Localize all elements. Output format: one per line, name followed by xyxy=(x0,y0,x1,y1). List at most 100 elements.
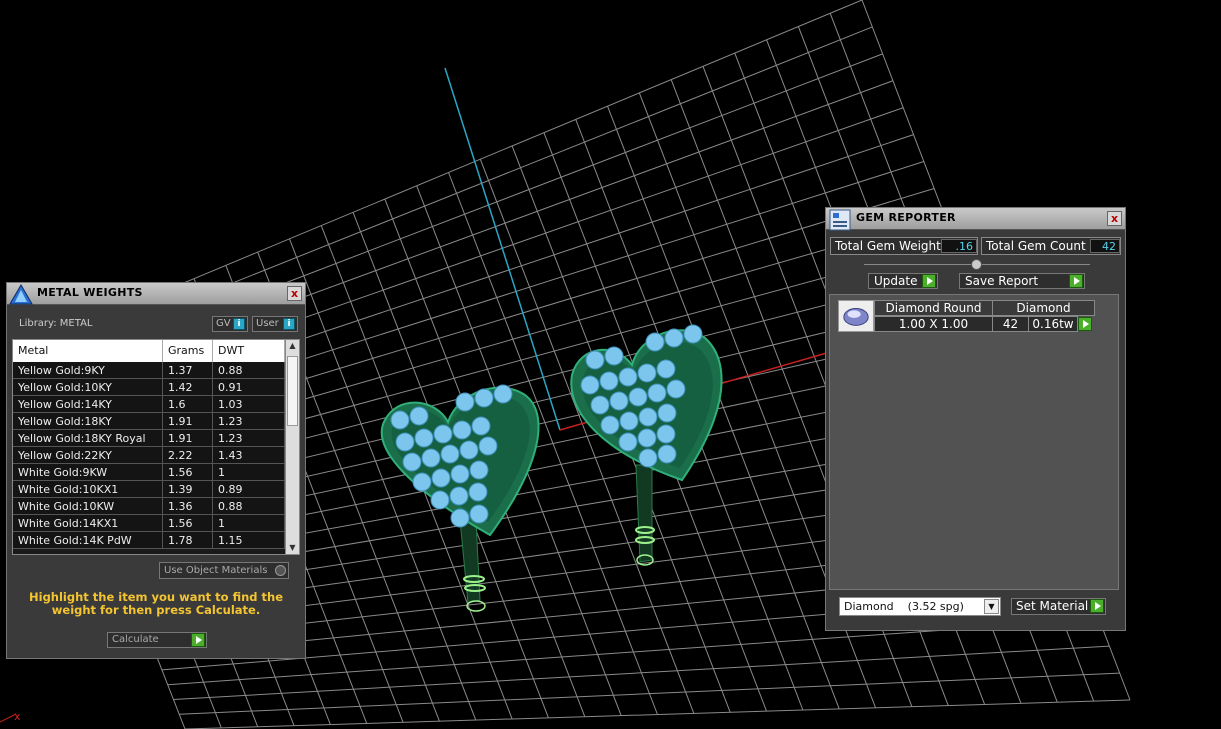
metal-table: Metal Grams DWT Yellow Gold:9KY 1.37 0.88 Y… xyxy=(12,339,300,555)
gem-stone xyxy=(421,448,441,468)
table-row[interactable]: White Gold:14KX1 1.56 1 xyxy=(13,515,285,532)
save-report-play-icon[interactable] xyxy=(1069,274,1083,288)
gem-stone xyxy=(638,407,658,427)
gem-shape-header: Diamond Round xyxy=(874,300,993,316)
grams-cell: 1.37 xyxy=(163,362,213,379)
total-gem-weight-field: Total Gem Weight .16 xyxy=(830,237,978,255)
calculate-button[interactable]: Calculate xyxy=(107,632,207,648)
gem-reporter-close-button[interactable]: x xyxy=(1107,211,1122,226)
set-material-play-icon[interactable] xyxy=(1090,599,1104,613)
gem-size-value: 1.00 X 1.00 xyxy=(874,316,993,332)
user-toggle[interactable]: User i xyxy=(252,316,298,332)
metal-name-cell: White Gold:9KW xyxy=(13,464,163,481)
dwt-cell: 0.89 xyxy=(213,481,285,498)
grams-cell: 1.91 xyxy=(163,430,213,447)
grid-line xyxy=(173,645,1110,700)
total-gem-count-label: Total Gem Count xyxy=(986,239,1086,253)
scroll-thumb[interactable] xyxy=(287,356,298,426)
table-row[interactable]: Yellow Gold:18KY 1.91 1.23 xyxy=(13,413,285,430)
dwt-cell: 1 xyxy=(213,464,285,481)
grams-cell: 1.36 xyxy=(163,498,213,515)
gem-stone xyxy=(395,432,415,452)
save-report-button[interactable]: Save Report xyxy=(959,273,1085,289)
gem-stone xyxy=(664,328,684,348)
gem-reporter-title: GEM REPORTER xyxy=(856,211,956,224)
user-info-icon[interactable]: i xyxy=(283,318,295,330)
gem-stone xyxy=(450,508,470,528)
grams-cell: 1.6 xyxy=(163,396,213,413)
grams-cell: 1.78 xyxy=(163,532,213,549)
gem-count-value: 42 xyxy=(992,316,1029,332)
gem-stone xyxy=(469,504,489,524)
metal-weights-panel: METAL WEIGHTS x Library: METAL GV i User… xyxy=(6,282,306,659)
grams-cell: 1.91 xyxy=(163,413,213,430)
metal-table-header: Metal Grams DWT xyxy=(13,340,285,362)
gem-stone xyxy=(683,324,703,344)
gem-stone xyxy=(478,436,498,456)
table-row[interactable]: Yellow Gold:18KY Royal 1.91 1.23 xyxy=(13,430,285,447)
dwt-cell: 1.15 xyxy=(213,532,285,549)
gem-stone xyxy=(637,363,657,383)
gv-info-icon[interactable]: i xyxy=(233,318,245,330)
table-row[interactable]: White Gold:9KW 1.56 1 xyxy=(13,464,285,481)
metal-name-cell: White Gold:14K PdW xyxy=(13,532,163,549)
grams-cell: 1.56 xyxy=(163,464,213,481)
dwt-cell: 0.88 xyxy=(213,498,285,515)
gem-stone xyxy=(493,384,513,404)
gem-stone xyxy=(414,428,434,448)
gem-stone xyxy=(449,486,469,506)
gem-material-header: Diamond xyxy=(992,300,1095,316)
gem-stone xyxy=(440,444,460,464)
gem-stone xyxy=(431,468,451,488)
set-material-button[interactable]: Set Material xyxy=(1011,598,1106,615)
collapse-knob-icon[interactable] xyxy=(971,259,982,270)
table-row[interactable]: Yellow Gold:22KY 2.22 1.43 xyxy=(13,447,285,464)
use-object-materials-option[interactable]: Use Object Materials xyxy=(159,562,289,579)
round-diamond-icon[interactable] xyxy=(838,300,874,332)
table-row[interactable]: Yellow Gold:10KY 1.42 0.91 xyxy=(13,379,285,396)
gv-toggle[interactable]: GV i xyxy=(212,316,248,332)
gem-stone xyxy=(657,444,677,464)
dwt-cell: 1.43 xyxy=(213,447,285,464)
gem-stone xyxy=(409,406,429,426)
update-button[interactable]: Update xyxy=(868,273,938,289)
gem-stone xyxy=(619,411,639,431)
calculate-play-icon[interactable] xyxy=(191,633,205,647)
gem-stone xyxy=(618,367,638,387)
update-play-icon[interactable] xyxy=(922,274,936,288)
gem-stone xyxy=(433,424,453,444)
gem-row-play-icon[interactable] xyxy=(1078,317,1092,331)
scroll-up-icon[interactable]: ▲ xyxy=(286,340,299,352)
gem-stone xyxy=(585,350,605,370)
gem-stone xyxy=(645,332,665,352)
heart-earring-left[interactable] xyxy=(380,384,540,612)
column-header-metal[interactable]: Metal xyxy=(13,340,163,362)
total-gem-count-field: Total Gem Count 42 xyxy=(981,237,1121,255)
gem-stone xyxy=(638,448,658,468)
gem-stone xyxy=(628,387,648,407)
dwt-cell: 1.23 xyxy=(213,413,285,430)
heart-earring-right[interactable] xyxy=(570,324,723,566)
gem-stone xyxy=(599,371,619,391)
column-header-grams[interactable]: Grams xyxy=(163,340,213,362)
metal-weights-close-button[interactable]: x xyxy=(287,286,302,301)
metal-table-scrollbar[interactable]: ▲ ▼ xyxy=(285,340,299,554)
gem-stone xyxy=(412,472,432,492)
gem-reporter-titlebar[interactable]: GEM REPORTER x xyxy=(826,208,1125,231)
gem-stone xyxy=(656,359,676,379)
column-header-dwt[interactable]: DWT xyxy=(213,340,285,362)
chevron-down-icon[interactable]: ▼ xyxy=(984,599,999,614)
material-select[interactable]: Diamond (3.52 spg) ▼ xyxy=(839,597,1001,616)
metal-weights-titlebar[interactable]: METAL WEIGHTS x xyxy=(7,283,305,305)
table-row[interactable]: White Gold:10KW 1.36 0.88 xyxy=(13,498,285,515)
table-row[interactable]: Yellow Gold:14KY 1.6 1.03 xyxy=(13,396,285,413)
library-label: Library: METAL xyxy=(19,318,93,329)
gem-stone xyxy=(390,410,410,430)
table-row[interactable]: White Gold:14K PdW 1.78 1.15 xyxy=(13,532,285,549)
gem-stone xyxy=(600,415,620,435)
use-object-materials-radio[interactable] xyxy=(275,565,286,576)
table-row[interactable]: Yellow Gold:9KY 1.37 0.88 xyxy=(13,362,285,379)
scroll-down-icon[interactable]: ▼ xyxy=(286,542,299,554)
table-row[interactable]: White Gold:10KX1 1.39 0.89 xyxy=(13,481,285,498)
gem-stone xyxy=(402,452,422,472)
